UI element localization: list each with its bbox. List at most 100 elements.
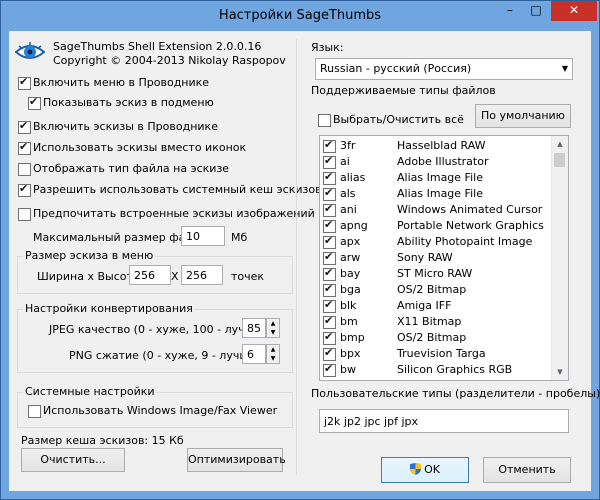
thumb-width-input[interactable]: 256 xyxy=(129,265,171,285)
list-item[interactable]: bpx Truevision Targa xyxy=(320,346,560,362)
filetype-checkbox[interactable] xyxy=(323,138,336,153)
option-checkbox-thumbs-as-icons[interactable] xyxy=(18,140,31,155)
scroll-down-icon[interactable]: ▼ xyxy=(552,364,568,380)
filetype-description: Sony RAW xyxy=(397,251,453,264)
list-item[interactable]: apng Portable Network Graphics xyxy=(320,218,560,234)
list-item[interactable]: alias Alias Image File xyxy=(320,170,560,186)
filetype-extension: ai xyxy=(340,155,350,168)
option-checkbox-show-type[interactable] xyxy=(18,163,31,176)
option-checkbox-menu[interactable] xyxy=(18,75,31,90)
list-item[interactable]: als Alias Image File xyxy=(320,186,560,202)
language-select[interactable]: Russian - русский (Россия) ▼ xyxy=(315,58,573,80)
list-item[interactable]: ai Adobe Illustrator xyxy=(320,154,560,170)
wif-viewer-label[interactable]: Использовать Windows Image/Fax Viewer xyxy=(43,404,277,417)
language-selected: Russian - русский (Россия) xyxy=(320,62,472,75)
option-checkbox-thumbnails[interactable] xyxy=(18,119,31,134)
png-compression-input[interactable]: 6 xyxy=(242,344,266,364)
option-label-show-type[interactable]: Отображать тип файла на эскизе xyxy=(33,162,229,175)
filetype-extension: bm xyxy=(340,315,358,328)
copyright-text: Copyright © 2004-2013 Nikolay Raspopov xyxy=(53,54,286,67)
select-all-checkbox[interactable] xyxy=(318,114,331,127)
filetype-description: Adobe Illustrator xyxy=(397,155,489,168)
list-item[interactable]: 3fr Hasselblad RAW xyxy=(320,138,560,154)
filetype-extension: bay xyxy=(340,267,361,280)
thumb-height-input[interactable]: 256 xyxy=(181,265,223,285)
jpeg-quality-spinner[interactable]: ▲ ▼ xyxy=(266,318,280,338)
filetype-checkbox[interactable] xyxy=(323,250,336,265)
thumb-size-x-label: X xyxy=(171,270,179,283)
ok-button-label: OK xyxy=(424,463,440,476)
list-item[interactable]: blk Amiga IFF xyxy=(320,298,560,314)
optimize-cache-button[interactable]: Оптимизировать xyxy=(187,448,286,472)
app-name: SageThumbs Shell Extension 2.0.0.16 xyxy=(53,40,262,53)
maximize-button[interactable]: □ xyxy=(523,1,549,21)
spin-down-icon[interactable]: ▼ xyxy=(267,354,279,363)
minimize-button[interactable]: – xyxy=(497,1,523,21)
filetype-extension: alias xyxy=(340,171,366,184)
filetype-checkbox[interactable] xyxy=(323,234,336,249)
list-item[interactable]: ani Windows Animated Cursor xyxy=(320,202,560,218)
filetype-checkbox[interactable] xyxy=(323,282,336,297)
custom-types-input[interactable]: j2k jp2 jpc jpf jpx xyxy=(319,409,569,433)
max-file-size-unit: Мб xyxy=(231,231,248,244)
title-bar[interactable]: Настройки SageThumbs – □ ✕ xyxy=(1,1,599,31)
filetype-description: Alias Image File xyxy=(397,187,483,200)
filetype-checkbox[interactable] xyxy=(323,298,336,313)
scrollbar-thumb[interactable] xyxy=(554,153,565,167)
cancel-button[interactable]: Отменить xyxy=(483,457,571,483)
filetype-checkbox[interactable] xyxy=(323,186,336,201)
option-label-thumbnails[interactable]: Включить эскизы в Проводнике xyxy=(33,120,218,133)
max-file-size-input[interactable]: 10 xyxy=(181,226,225,246)
wif-viewer-checkbox[interactable] xyxy=(28,405,41,418)
filetype-description: X11 Bitmap xyxy=(397,315,462,328)
jpeg-quality-input[interactable]: 85 xyxy=(242,318,266,338)
filetype-checkbox[interactable] xyxy=(323,346,336,361)
list-item[interactable]: apx Ability Photopaint Image xyxy=(320,234,560,250)
system-group-title: Системные настройки xyxy=(23,385,157,398)
option-label-system-cache[interactable]: Разрешить использовать системный кеш эск… xyxy=(33,183,322,196)
spin-up-icon[interactable]: ▲ xyxy=(267,319,279,328)
option-label-submenu-preview[interactable]: Показывать эскиз в подменю xyxy=(43,96,214,109)
png-compression-spinner[interactable]: ▲ ▼ xyxy=(266,344,280,364)
filetype-checkbox[interactable] xyxy=(323,362,336,377)
option-label-thumbs-as-icons[interactable]: Использовать эскизы вместо иконок xyxy=(33,141,246,154)
list-item[interactable]: bm X11 Bitmap xyxy=(320,314,560,330)
filetype-checkbox[interactable] xyxy=(323,202,336,217)
list-item[interactable]: bw Silicon Graphics RGB xyxy=(320,362,560,378)
filetype-checkbox[interactable] xyxy=(323,218,336,233)
spin-up-icon[interactable]: ▲ xyxy=(267,345,279,354)
filetype-checkbox[interactable] xyxy=(323,314,336,329)
select-all-label[interactable]: Выбрать/Очистить всё xyxy=(333,113,464,126)
scroll-up-icon[interactable]: ▲ xyxy=(552,136,568,152)
option-checkbox-submenu-preview[interactable] xyxy=(28,95,41,110)
filetypes-title: Поддерживаемые типы файлов xyxy=(311,84,496,97)
option-label-menu[interactable]: Включить меню в Проводнике xyxy=(33,76,209,89)
filetype-checkbox[interactable] xyxy=(323,154,336,169)
filetype-checkbox[interactable] xyxy=(323,330,336,345)
jpeg-quality-label: JPEG качество (0 - хуже, 100 - лучше): xyxy=(49,323,270,336)
filetypes-list[interactable]: 3fr Hasselblad RAW ai Adobe Illustrator alia… xyxy=(319,135,569,381)
spin-down-icon[interactable]: ▼ xyxy=(267,328,279,337)
filetype-extension: apng xyxy=(340,219,368,232)
option-checkbox-system-cache[interactable] xyxy=(18,182,31,197)
filetype-description: OS/2 Bitmap xyxy=(397,331,467,344)
filetype-extension: bmp xyxy=(340,331,365,344)
clear-cache-button[interactable]: Очистить... xyxy=(21,448,125,472)
ok-button[interactable]: OK xyxy=(381,457,469,483)
filetype-description: Silicon Graphics RGB xyxy=(397,363,513,376)
list-item[interactable]: bay ST Micro RAW xyxy=(320,266,560,282)
close-button[interactable]: ✕ xyxy=(551,1,597,21)
language-label: Язык: xyxy=(311,41,344,54)
default-types-button[interactable]: По умолчанию xyxy=(475,104,571,128)
filetype-checkbox[interactable] xyxy=(323,266,336,281)
option-label-embedded-thumbs[interactable]: Предпочитать встроенные эскизы изображен… xyxy=(33,207,315,220)
option-checkbox-embedded-thumbs[interactable] xyxy=(18,208,31,221)
list-item[interactable]: bmp OS/2 Bitmap xyxy=(320,330,560,346)
chevron-down-icon[interactable]: ▼ xyxy=(562,59,568,79)
filetype-description: ST Micro RAW xyxy=(397,267,473,280)
filetypes-scrollbar[interactable]: ▲ ▼ xyxy=(551,136,568,380)
filetype-checkbox[interactable] xyxy=(323,170,336,185)
list-item[interactable]: arw Sony RAW xyxy=(320,250,560,266)
list-item[interactable]: bga OS/2 Bitmap xyxy=(320,282,560,298)
filetype-description: Amiga IFF xyxy=(397,299,452,312)
